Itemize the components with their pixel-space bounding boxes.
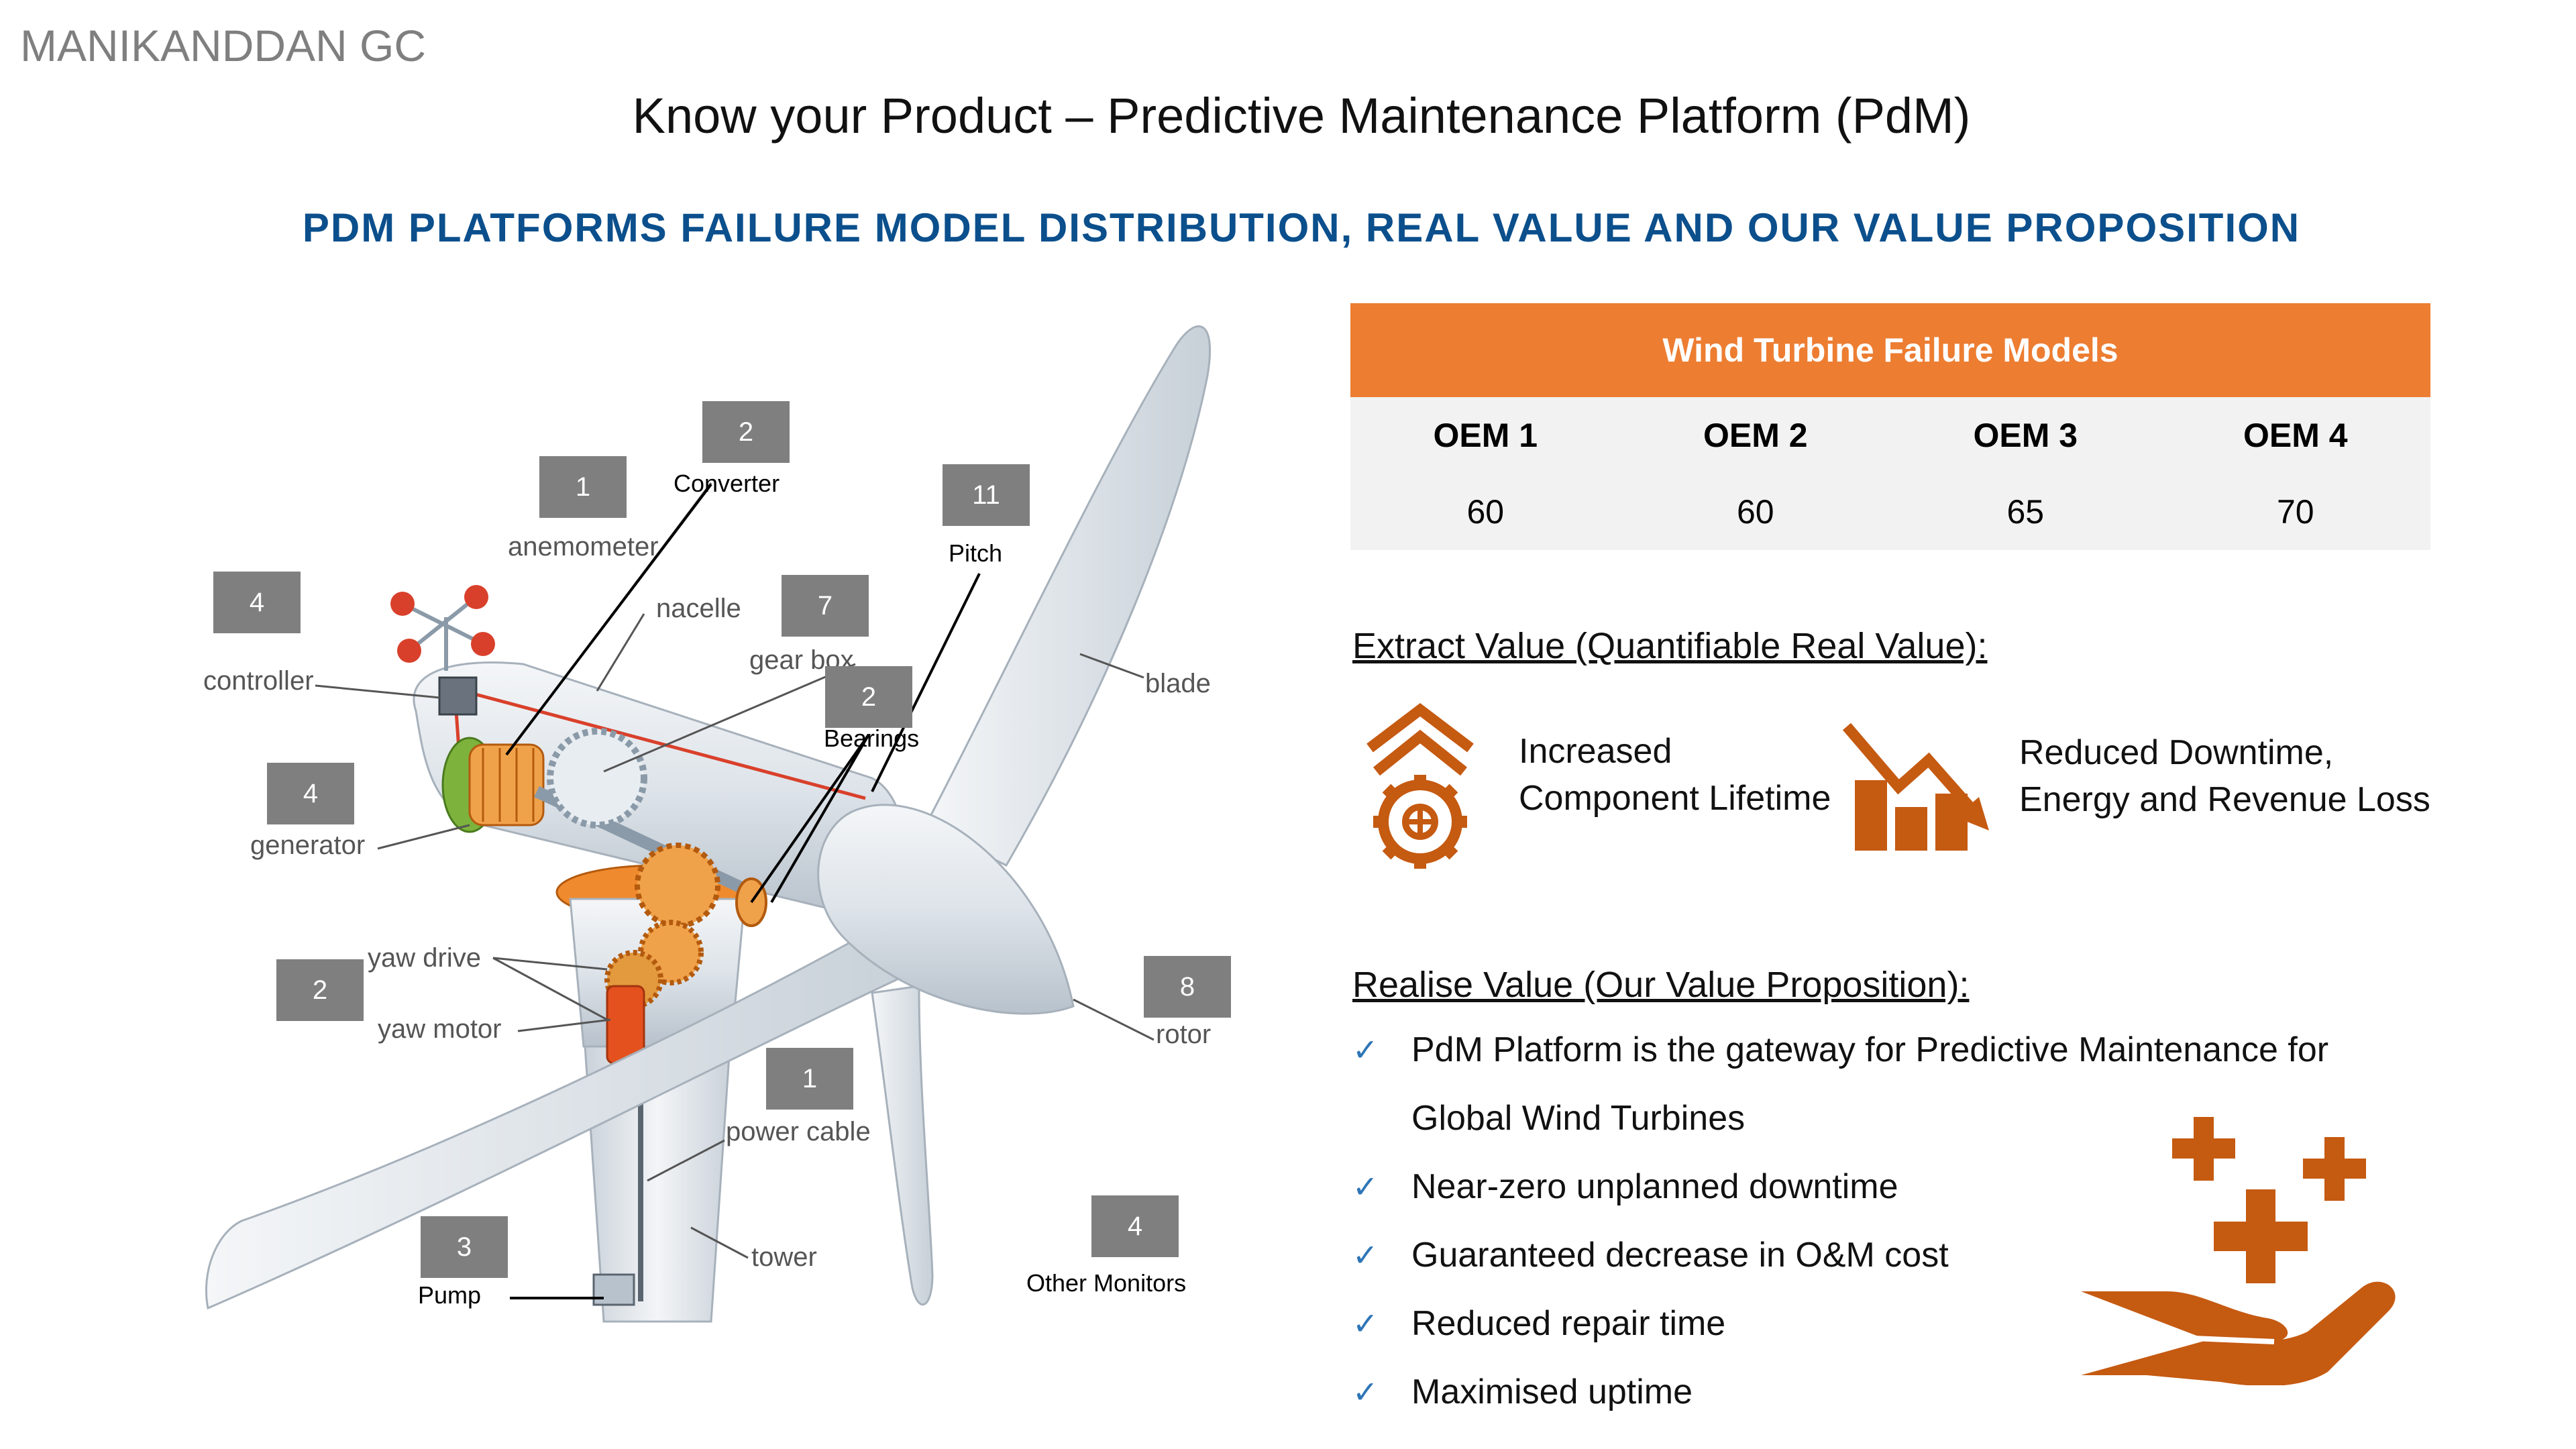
header-oem-1: OEM 1 (1433, 417, 1538, 454)
callout-other-monitors-label: Other Monitors (1026, 1269, 1187, 1297)
check-icon: ✓ (1352, 1306, 1379, 1341)
callout-anemometer-count: 1 (539, 456, 627, 518)
downtime-text: Reduced Downtime, Energy and Revenue Los… (2019, 729, 2430, 823)
check-icon: ✓ (1352, 1032, 1379, 1067)
callout-gearbox-count: 7 (782, 575, 869, 637)
lifetime-line1: Increased (1519, 732, 1672, 771)
lifetime-line2: Component Lifetime (1519, 779, 1831, 818)
callout-other-monitors-count: 4 (1091, 1195, 1179, 1257)
label-power-cable: power cable (726, 1117, 871, 1146)
lifetime-text: Increased Component Lifetime (1519, 728, 1831, 822)
callout-pitch-count: 11 (943, 464, 1030, 526)
label-generator: generator (250, 830, 366, 860)
downtime-decline-icon (1842, 722, 1989, 851)
header-oem-4: OEM 4 (2243, 417, 2348, 454)
callout-rotor-count: 8 (1144, 956, 1231, 1018)
bullet-1-line1: PdM Platform is the gateway for Predicti… (1411, 1030, 2329, 1069)
callout-converter-count: 2 (702, 401, 790, 463)
table-header-row: OEM 1 OEM 2 OEM 3 OEM 4 (1350, 397, 2430, 474)
label-tower: tower (751, 1242, 817, 1272)
callout-pitch-label: Pitch (949, 539, 1003, 567)
failure-models-table: Wind Turbine Failure Models OEM 1 OEM 2 … (1350, 303, 2430, 550)
callout-pump-count: 3 (421, 1216, 508, 1278)
value-oem-3: 65 (2006, 493, 2045, 531)
callout-generator-count: 4 (267, 763, 354, 824)
value-oem-4: 70 (2276, 493, 2314, 531)
callout-converter-label: Converter (674, 470, 780, 497)
label-yaw-motor: yaw motor (378, 1014, 502, 1044)
downtime-line2: Energy and Revenue Loss (2019, 780, 2430, 819)
callout-controller-count: 4 (213, 572, 301, 633)
value-oem-1: 60 (1466, 493, 1505, 531)
label-controller: controller (203, 666, 314, 696)
hand-with-plus-icon (2081, 1117, 2396, 1385)
callout-pump-label: Pump (418, 1281, 482, 1309)
label-rotor: rotor (1156, 1020, 1212, 1049)
header-oem-2: OEM 2 (1703, 417, 1808, 454)
check-icon: ✓ (1352, 1169, 1379, 1204)
check-icon: ✓ (1352, 1238, 1379, 1273)
callout-power-cable-count: 1 (766, 1048, 853, 1110)
callout-bearings-label: Bearings (824, 724, 920, 752)
downtime-line1: Reduced Downtime, (2019, 733, 2334, 772)
value-oem-2: 60 (1736, 493, 1774, 531)
label-blade: blade (1145, 669, 1211, 698)
bullet-1-line2: Global Wind Turbines (1411, 1099, 1746, 1138)
label-anemometer: anemometer (508, 532, 659, 561)
table-row: 60 60 65 70 (1350, 474, 2430, 550)
callout-yaw-count: 2 (276, 959, 364, 1021)
component-lifetime-icon (1366, 702, 1474, 869)
realise-value-heading: Realise Value (Our Value Proposition): (1352, 965, 1970, 1005)
table-title: Wind Turbine Failure Models (1350, 303, 2430, 397)
bullet-4: Reduced repair time (1411, 1304, 1726, 1343)
bullet-3: Guaranteed decrease in O&M cost (1411, 1236, 1949, 1275)
bullet-5: Maximised uptime (1411, 1373, 1693, 1411)
check-icon: ✓ (1352, 1375, 1379, 1409)
header-oem-3: OEM 3 (1973, 417, 2078, 454)
extract-value-heading: Extract Value (Quantifiable Real Value): (1352, 626, 1988, 666)
label-nacelle: nacelle (656, 594, 741, 623)
label-yaw-drive: yaw drive (368, 943, 481, 973)
callout-bearings-count: 2 (825, 666, 912, 728)
bullet-2: Near-zero unplanned downtime (1411, 1167, 1898, 1206)
